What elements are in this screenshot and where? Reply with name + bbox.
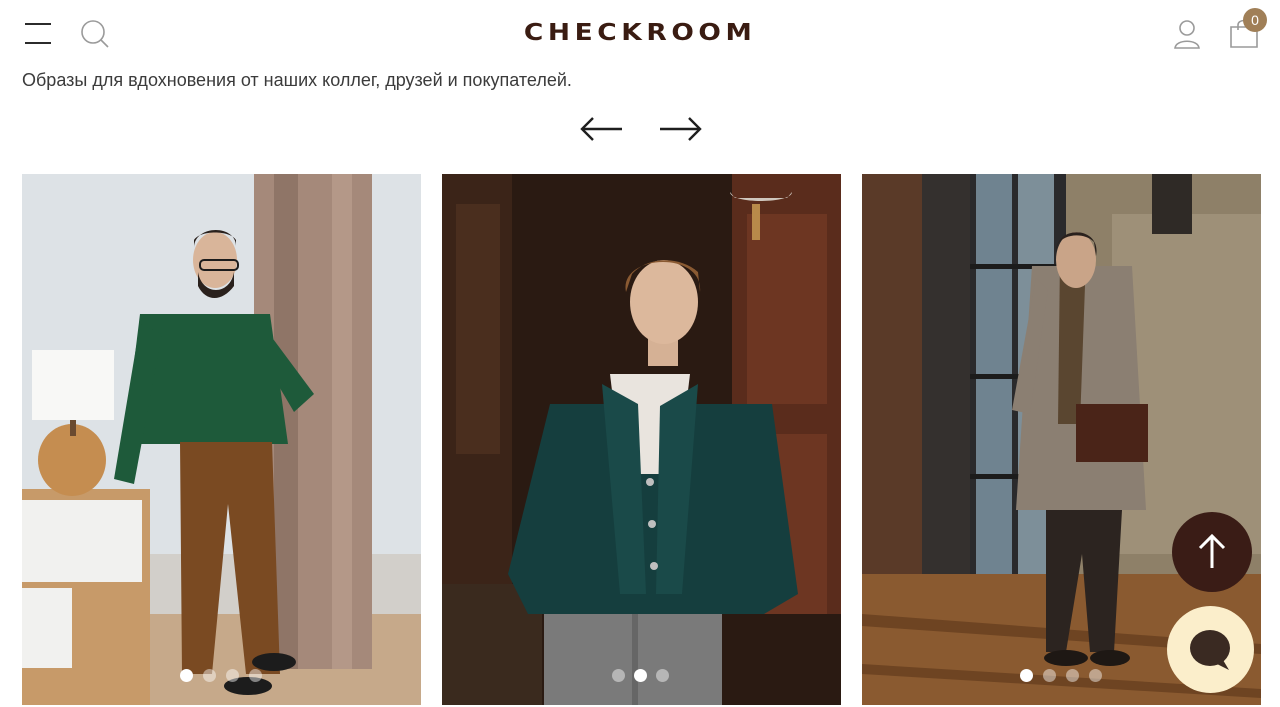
carousel-dot[interactable] xyxy=(180,669,193,682)
carousel-dot[interactable] xyxy=(226,669,239,682)
carousel-dot[interactable] xyxy=(1089,669,1102,682)
carousel-dot[interactable] xyxy=(249,669,262,682)
carousel-dot[interactable] xyxy=(1066,669,1079,682)
look-photo-2 xyxy=(442,174,841,705)
intro-text: Образы для вдохновения от наших коллег, … xyxy=(22,70,572,90)
carousel-dot[interactable] xyxy=(612,669,625,682)
user-icon[interactable] xyxy=(1172,18,1202,50)
carousel-dot[interactable] xyxy=(634,669,647,682)
site-header: CHECKROOM 0 xyxy=(0,0,1280,66)
look-photo-1 xyxy=(22,174,421,705)
scroll-to-top-button[interactable] xyxy=(1172,512,1252,592)
look-card-1[interactable] xyxy=(22,174,421,705)
carousel-dot[interactable] xyxy=(1043,669,1056,682)
chat-button[interactable] xyxy=(1167,606,1254,693)
site-logo[interactable]: CHECKROOM xyxy=(0,20,1280,46)
carousel-dot[interactable] xyxy=(1020,669,1033,682)
cart-count-badge: 0 xyxy=(1243,8,1267,32)
look-card-2[interactable] xyxy=(442,174,841,705)
carousel-dot[interactable] xyxy=(656,669,669,682)
carousel-dots-2 xyxy=(442,669,841,683)
arrow-up-icon xyxy=(1198,533,1226,568)
arrow-left-icon[interactable] xyxy=(579,114,625,144)
carousel-dots-1 xyxy=(22,669,421,683)
carousel-dot[interactable] xyxy=(203,669,216,682)
chat-bubble-icon xyxy=(1190,630,1230,670)
arrow-right-icon[interactable] xyxy=(657,114,703,144)
